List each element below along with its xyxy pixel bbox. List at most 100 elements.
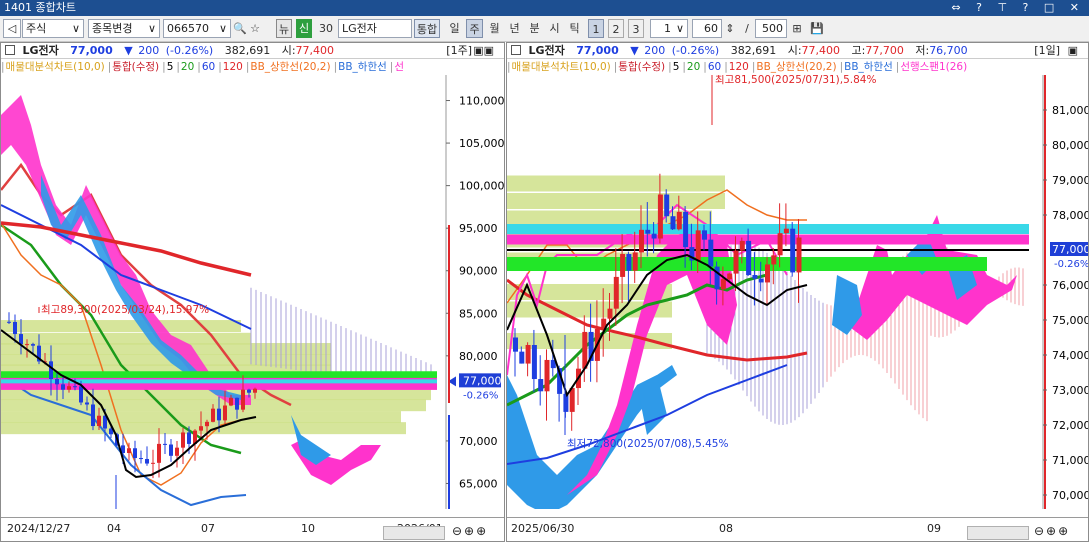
layout-1-button[interactable]: 1 xyxy=(588,19,604,38)
legend-item[interactable]: 20 xyxy=(181,61,194,73)
candle xyxy=(199,426,203,431)
nav-back-button[interactable]: ◁ xyxy=(3,19,21,38)
candle xyxy=(211,408,215,422)
mode-select[interactable]: 종목변경 ∨ xyxy=(88,19,160,38)
market-value: 주식 xyxy=(26,22,47,35)
legend-separator: | xyxy=(218,61,222,73)
candle xyxy=(695,230,701,261)
legend-separator: | xyxy=(724,61,728,73)
candle xyxy=(139,458,143,460)
legend-separator: | xyxy=(895,61,900,73)
save-icon[interactable]: 💾 xyxy=(809,19,825,38)
code-input[interactable]: 066570 ∨ xyxy=(163,19,231,38)
legend-item[interactable]: 통합(수정) xyxy=(112,61,159,73)
candle xyxy=(151,462,155,464)
legend-item[interactable]: 5 xyxy=(673,61,680,73)
sin-badge[interactable]: 신 xyxy=(296,19,312,38)
legend-item[interactable]: 매물대분석차트(10,0) xyxy=(512,61,611,73)
legend-item[interactable]: BB_하한선 xyxy=(844,61,893,73)
y-tick-label: 100,000 xyxy=(459,180,504,193)
legend-item[interactable]: 120 xyxy=(729,61,749,73)
candle xyxy=(513,337,518,352)
period-tab-0[interactable]: 일 xyxy=(446,19,463,38)
chevron-down-icon: ∨ xyxy=(71,22,80,35)
legend-item[interactable]: 통합(수정) xyxy=(618,61,665,73)
legend-item[interactable]: 20 xyxy=(687,61,700,73)
period-tab-6[interactable]: 틱 xyxy=(566,19,583,38)
candle xyxy=(632,252,638,271)
low-price: 76,700 xyxy=(929,44,968,57)
candle xyxy=(157,443,161,463)
legend-item[interactable]: 60 xyxy=(202,61,215,73)
candle xyxy=(783,228,789,234)
annotation-low: 최저72,800(2025/07/08),5.45% xyxy=(567,438,728,450)
count-value: 1 xyxy=(664,22,671,35)
legend-item[interactable]: BB_하한선 xyxy=(338,61,387,73)
zoom-input[interactable]: 60 xyxy=(692,19,722,38)
period-tab-3[interactable]: 년 xyxy=(506,19,523,38)
candle xyxy=(758,278,764,283)
news-button[interactable]: 뉴 xyxy=(276,19,292,38)
layout-3-button[interactable]: 3 xyxy=(628,19,644,38)
legend-item[interactable]: 5 xyxy=(167,61,174,73)
open-label: 시: xyxy=(281,44,296,57)
left-scroll-slider[interactable] xyxy=(383,526,445,540)
y-tick-label: 81,000 xyxy=(1052,104,1088,117)
period-tab-5[interactable]: 시 xyxy=(546,19,563,38)
panel-window-icons[interactable]: ▣ xyxy=(1068,43,1078,58)
legend-item[interactable]: BB_상한선(20,2) xyxy=(756,61,836,73)
y-tick-label: 78,000 xyxy=(1052,209,1088,222)
legend-separator: | xyxy=(682,61,686,73)
x-tick-label: 09 xyxy=(927,522,941,535)
candle xyxy=(607,308,613,319)
legend-item[interactable]: 매물대분석차트(10,0) xyxy=(6,61,105,73)
legend-item[interactable]: 선행스팬1(26) xyxy=(900,61,967,73)
total-input[interactable]: 500 xyxy=(755,19,787,38)
right-chart-header: LG전자 77,000 ▼ 200 (-0.26%) 382,691 시:77,… xyxy=(507,43,1088,59)
legend-separator: | xyxy=(613,61,618,73)
window-controls[interactable]: ⇔ ? ⊤ ? □ ✕ xyxy=(951,0,1085,16)
period-tab-1[interactable]: 주 xyxy=(466,19,483,38)
legend-item[interactable]: 선 xyxy=(394,61,404,73)
down-arrow-icon: ▼ xyxy=(630,44,639,57)
candle xyxy=(626,254,632,271)
candle xyxy=(639,229,644,253)
zoom-stepper-icon[interactable]: ⇕ xyxy=(723,19,737,38)
high-price: 77,700 xyxy=(865,44,904,57)
down-arrow-icon: ▼ xyxy=(124,44,133,57)
legend-item[interactable]: BB_상한선(20,2) xyxy=(250,61,330,73)
layout-2-button[interactable]: 2 xyxy=(608,19,624,38)
right-scroll-slider[interactable] xyxy=(967,526,1029,540)
period-tab-4[interactable]: 분 xyxy=(526,19,543,38)
left-zoom-icons[interactable]: ⊖⊕⊕ xyxy=(452,524,488,538)
x-tick-label: 2025/06/30 xyxy=(511,522,575,535)
legend-item[interactable]: 120 xyxy=(223,61,243,73)
volume: 382,691 xyxy=(224,44,271,57)
toolbar: ◁ 주식 ∨ 종목변경 ∨ 066570 ∨ 🔍 ☆ 뉴 신 30 LG전자 통합 일… xyxy=(0,16,1089,42)
legend-separator: | xyxy=(839,61,844,73)
volume-profile-bar xyxy=(507,175,725,192)
panel-checkbox[interactable] xyxy=(511,45,521,55)
star-icon[interactable]: ☆ xyxy=(248,19,262,38)
candle xyxy=(714,266,720,290)
candle xyxy=(531,344,537,380)
panel-checkbox[interactable] xyxy=(5,45,15,55)
x-tick-label: 08 xyxy=(719,522,733,535)
add-chart-icon[interactable]: ⊞ xyxy=(789,19,805,38)
legend-item[interactable]: 60 xyxy=(708,61,721,73)
right-chart-area[interactable]: 81,000 80,000 79,000 78,000 76,000 75,000 74,0… xyxy=(507,75,1088,509)
candle xyxy=(55,379,59,385)
left-chart-area[interactable]: 110,000 105,000 100,000 95,000 90,000 85,000 8… xyxy=(1,75,504,509)
count-input[interactable]: 1 ∨ xyxy=(650,19,688,38)
search-icon[interactable]: 🔍 xyxy=(233,19,247,38)
market-select[interactable]: 주식 ∨ xyxy=(22,19,84,38)
panel-window-icons[interactable]: ▣▣ xyxy=(473,43,494,58)
integrate-button[interactable]: 통합 xyxy=(414,19,440,38)
legend-separator: | xyxy=(162,61,166,73)
right-zoom-icons[interactable]: ⊖⊕⊕ xyxy=(1034,524,1070,538)
stock-name-field[interactable]: LG전자 xyxy=(338,19,412,38)
candle xyxy=(765,264,770,283)
period-tab-2[interactable]: 월 xyxy=(486,19,503,38)
period-tag: [1일] xyxy=(1034,44,1060,57)
current-price-label: 77,000 xyxy=(1052,243,1088,256)
